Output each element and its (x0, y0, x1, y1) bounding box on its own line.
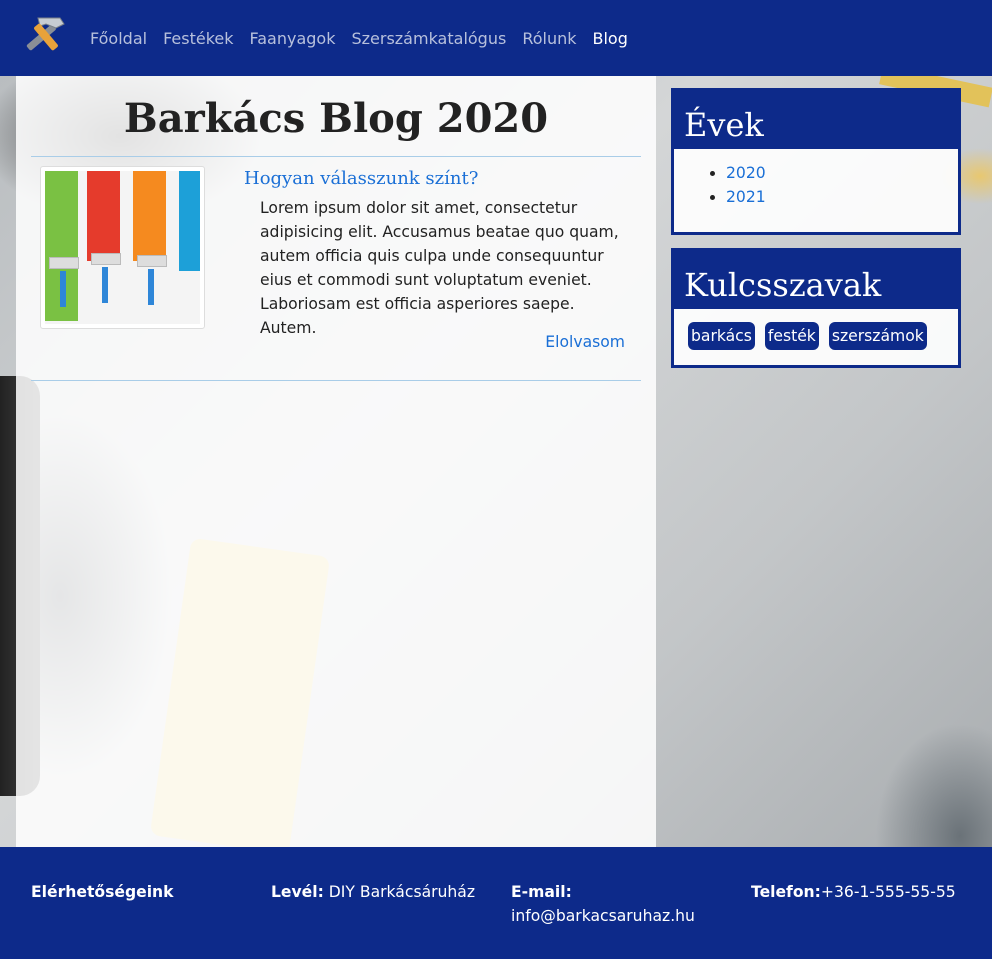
footer-letter: Levél: DIY Barkácsáruház (271, 880, 491, 904)
blog-main-panel: Barkács Blog 2020 Hogyan válasszunk szín… (16, 76, 656, 847)
footer-email: E-mail: info@barkacsaruhaz.hu (511, 880, 731, 928)
top-navbar: Főoldal Festékek Faanyagok Szerszámkatal… (0, 0, 992, 76)
year-link-2021[interactable]: 2021 (726, 188, 766, 206)
years-list: 2020 2021 (674, 149, 958, 209)
tag-barkacs[interactable]: barkács (688, 322, 755, 350)
nav-item-rolunk[interactable]: Rólunk (522, 29, 576, 48)
nav-item-fooldal[interactable]: Főoldal (90, 29, 147, 48)
paint-rollers-image (45, 171, 200, 324)
keywords-widget-title: Kulcsszavak (674, 251, 958, 309)
letter-value: DIY Barkácsáruház (323, 883, 476, 901)
year-link-2020[interactable]: 2020 (726, 164, 766, 182)
contacts-label: Elérhetőségeink (31, 883, 174, 901)
page-title: Barkács Blog 2020 (123, 95, 549, 142)
divider (31, 156, 641, 157)
nav-item-festekek[interactable]: Festékek (163, 29, 233, 48)
tag-list: barkács festék szerszámok (674, 309, 958, 350)
list-item: 2020 (726, 161, 958, 185)
email-label: E-mail: (511, 883, 572, 901)
nav-item-blog[interactable]: Blog (593, 29, 628, 48)
years-widget-title: Évek (674, 91, 958, 149)
tag-festek[interactable]: festék (764, 322, 819, 350)
read-more-link[interactable]: Elolvasom (545, 333, 625, 351)
list-item: 2021 (726, 185, 958, 209)
post-excerpt: Lorem ipsum dolor sit amet, consectetur … (260, 199, 619, 337)
phone-label: Telefon: (751, 883, 821, 901)
nav-item-szerszamkatalogus[interactable]: Szerszámkatalógus (351, 29, 506, 48)
hammer-icon[interactable] (16, 12, 68, 64)
nav-item-faanyagok[interactable]: Faanyagok (250, 29, 336, 48)
years-widget: Évek 2020 2021 (671, 88, 961, 235)
tag-szerszamok[interactable]: szerszámok (828, 322, 927, 350)
email-value[interactable]: info@barkacsaruhaz.hu (511, 907, 695, 925)
footer-phone: Telefon:+36-1-555-55-55 (751, 880, 971, 904)
phone-value[interactable]: +36-1-555-55-55 (821, 883, 956, 901)
footer-contacts-heading: Elérhetőségeink (31, 880, 251, 904)
divider (31, 380, 641, 381)
footer: Elérhetőségeink Levél: DIY Barkácsáruház… (0, 847, 992, 959)
post-title-link[interactable]: Hogyan válasszunk színt? (244, 168, 478, 189)
letter-label: Levél: (271, 883, 324, 901)
keywords-widget: Kulcsszavak barkács festék szerszámok (671, 248, 961, 368)
post-thumbnail[interactable] (40, 166, 205, 329)
nav-links: Főoldal Festékek Faanyagok Szerszámkatal… (90, 29, 628, 48)
